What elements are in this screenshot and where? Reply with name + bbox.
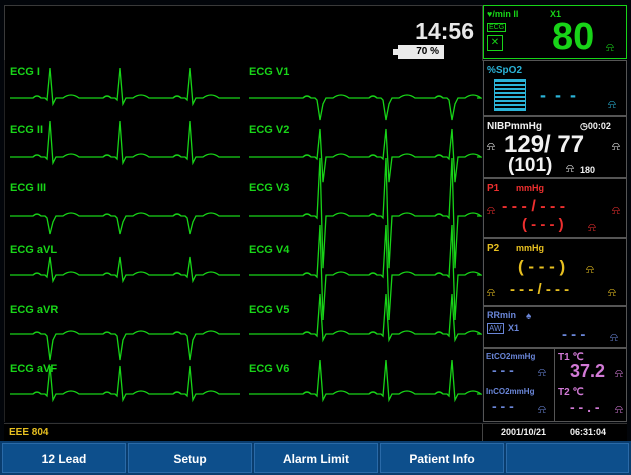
ecg-trace	[10, 120, 240, 166]
rr-source: X1	[508, 323, 520, 333]
divider	[554, 349, 555, 421]
twelve-lead-button[interactable]: 12 Lead	[2, 443, 126, 473]
rr-label: RRmin	[487, 310, 516, 320]
bell-muted-icon: ⍾	[566, 161, 574, 175]
spo2-panel[interactable]: %SpO2 - - - ⍾	[483, 60, 627, 116]
bell-muted-icon: ⍾	[588, 220, 596, 234]
header-bar: 14:56 70 %	[4, 5, 483, 61]
p2-mean: ( - - - )	[518, 257, 566, 276]
bell-muted-icon: ⍾	[487, 139, 495, 153]
ecg-trace	[10, 212, 240, 235]
lead-label-avf: ECG aVF	[10, 363, 58, 375]
alarm-limit-button[interactable]: Alarm Limit	[254, 443, 378, 473]
nibp-panel[interactable]: NIBPmmHg ◷00:02 ⍾ 129/ 77 ⍾ (101) ⍾ 180	[483, 116, 627, 178]
p1-sys-dia: - - - / - - -	[502, 198, 566, 215]
status-clock: 06:31:04	[570, 427, 607, 437]
clock-icon: ◷	[580, 121, 588, 131]
p2-sys-dia: - - - / - - -	[510, 281, 570, 298]
rr-badge: AW	[487, 323, 504, 334]
ecg-badge: ECG	[487, 23, 507, 32]
bell-muted-icon: ⍾	[612, 203, 620, 217]
bell-muted-icon: ⍾	[586, 262, 594, 276]
status-bar: EEE 804 2001/10/21 06:31:04	[4, 423, 627, 441]
bell-muted-icon: ⍾	[615, 366, 623, 380]
patient-id: EEE 804	[9, 427, 49, 438]
p2-panel[interactable]: P2 mmHg ( - - - ) ⍾ ⍾ - - - / - - - ⍾	[483, 238, 627, 306]
bell-muted-icon: ⍾	[606, 40, 614, 54]
p1-unit: mmHg	[516, 183, 545, 193]
spo2-label: %SpO2	[487, 65, 523, 76]
status-date: 2001/10/21	[501, 427, 547, 437]
t2-label: T2 ℃	[558, 387, 584, 398]
ecg-trace	[249, 128, 482, 183]
lead-label-iii: ECG III	[10, 182, 47, 194]
bell-muted-icon: ⍾	[610, 330, 618, 344]
p2-label: P2	[487, 243, 500, 254]
hr-panel[interactable]: ♥/min II X1 ECG ✕ 80 ⍾	[483, 5, 627, 59]
battery-indicator: 70 %	[393, 45, 444, 59]
bell-muted-icon: ⍾	[615, 402, 623, 416]
bell-muted-icon: ⍾	[487, 203, 495, 217]
ecg-waveform-area: ECG I ECG II ECG III ECG aVL ECG aVR ECG…	[4, 60, 482, 422]
hr-unit: ♥/min II	[487, 9, 519, 19]
battery-icon	[393, 49, 398, 55]
spo2-bar-icon	[494, 79, 526, 111]
ecg-trace	[249, 293, 482, 343]
co2-temp-panel[interactable]: EtCO2mmHg - - - ⍾ InCO2mmHg - - - ⍾ T1 ℃…	[483, 348, 627, 422]
rr-panel[interactable]: RRmin ♠ AW X1 - - - ⍾	[483, 306, 627, 348]
inco2-label: InCO2mmHg	[486, 387, 535, 396]
ecg-trace	[10, 67, 240, 107]
etco2-value: - - -	[492, 362, 514, 378]
lungs-icon: ♠	[526, 311, 532, 322]
t2-value: - - . -	[570, 399, 600, 415]
lead-label-avl: ECG aVL	[10, 244, 58, 256]
alarm-off-icon: ✕	[487, 35, 503, 51]
setup-button[interactable]: Setup	[128, 443, 252, 473]
p1-label: P1	[487, 183, 500, 194]
softkey-bar: 12 Lead Setup Alarm Limit Patient Info	[0, 441, 631, 475]
lead-label-avr: ECG aVR	[10, 304, 59, 316]
lead-label-ii: ECG II	[10, 124, 44, 136]
nibp-interval: 180	[580, 165, 596, 175]
nibp-mean: (101)	[508, 155, 553, 176]
nibp-timer: ◷00:02	[580, 121, 611, 132]
ecg-trace	[249, 94, 482, 121]
p1-mean: ( - - - )	[522, 216, 564, 233]
ecg-trace	[10, 256, 240, 284]
ecg-trace	[10, 330, 240, 361]
ecg-waveforms	[10, 67, 482, 403]
etco2-label: EtCO2mmHg	[486, 352, 536, 361]
rr-value: - - -	[562, 326, 586, 343]
lead-label-i: ECG I	[10, 66, 40, 78]
lead-label-v6: ECG V6	[249, 363, 290, 375]
nibp-timer-value: 00:02	[587, 121, 611, 131]
divider	[482, 424, 483, 441]
p1-panel[interactable]: P1 mmHg ⍾ - - - / - - - ⍾ ( - - - ) ⍾	[483, 178, 627, 238]
bell-muted-icon: ⍾	[538, 365, 546, 379]
lead-label-v5: ECG V5	[249, 304, 290, 316]
blank-softkey[interactable]	[506, 443, 629, 473]
lead-label-v1: ECG V1	[249, 66, 290, 78]
bell-muted-icon: ⍾	[487, 285, 495, 299]
p2-unit: mmHg	[516, 243, 545, 253]
bell-muted-icon: ⍾	[538, 402, 546, 416]
lead-label-v3: ECG V3	[249, 182, 290, 194]
t1-value: 37.2	[570, 361, 606, 381]
lead-label-v2: ECG V2	[249, 124, 290, 136]
hr-value: 80	[552, 16, 595, 58]
battery-level: 70 %	[416, 46, 439, 57]
patient-info-button[interactable]: Patient Info	[380, 443, 504, 473]
bell-muted-icon: ⍾	[608, 97, 616, 111]
bell-muted-icon: ⍾	[612, 139, 620, 153]
header-clock: 14:56	[415, 18, 474, 44]
lead-label-v4: ECG V4	[249, 244, 290, 256]
inco2-value: - - -	[492, 398, 514, 414]
bell-muted-icon: ⍾	[608, 285, 616, 299]
spo2-value: - - -	[540, 85, 578, 105]
